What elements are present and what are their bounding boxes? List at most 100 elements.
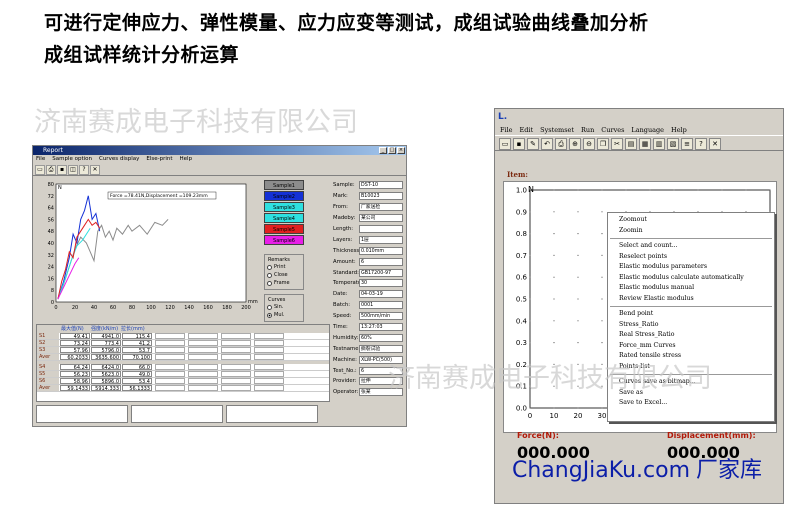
form-field[interactable]: 0.010mm: [359, 246, 403, 255]
force-label: Force(N):: [517, 431, 559, 440]
zoom-icon[interactable]: ⊕: [569, 138, 581, 150]
table-cell: 5796.0: [91, 347, 121, 354]
form-row: Madeby: 某公司: [333, 213, 403, 224]
context-menu-item[interactable]: Force_mm Curves: [608, 341, 774, 352]
menu-item[interactable]: Edit: [520, 125, 534, 135]
form-field[interactable]: 厂家送检: [359, 203, 403, 212]
minimize-button[interactable]: _: [379, 147, 387, 154]
grid-dot: [553, 407, 555, 409]
form-field[interactable]: 撕裂试验: [359, 344, 403, 353]
save-icon[interactable]: ▪: [57, 165, 67, 175]
table-cell: 53.4: [122, 378, 152, 385]
curves-option[interactable]: Mul.: [267, 311, 301, 319]
menu-item[interactable]: Language: [631, 125, 664, 135]
y-tick-label: 32: [48, 253, 54, 259]
status-box: [226, 405, 318, 423]
form-field[interactable]: 500mm/min: [359, 312, 403, 321]
context-menu-item[interactable]: Reselect points: [608, 252, 774, 263]
sample-button[interactable]: Sample5: [264, 224, 304, 234]
context-menu-item[interactable]: Save to Excel...: [608, 398, 774, 409]
form-label: Amount:: [333, 258, 356, 265]
open-icon[interactable]: ▭: [35, 165, 45, 175]
remarks-option[interactable]: Close: [267, 271, 301, 279]
form-field[interactable]: 0001: [359, 301, 403, 310]
empty-cell: [155, 378, 185, 384]
menu-item[interactable]: Curves display: [99, 155, 139, 164]
menu-item[interactable]: Else-print: [146, 155, 172, 164]
form-field[interactable]: 拉伸: [359, 377, 403, 386]
form-field[interactable]: 6: [359, 366, 403, 375]
cut-icon[interactable]: ✂: [611, 138, 623, 150]
menu-item[interactable]: Run: [581, 125, 594, 135]
close-icon[interactable]: ✕: [709, 138, 721, 150]
menu-item[interactable]: File: [500, 125, 513, 135]
context-menu-item[interactable]: Curves save as bitmap...: [608, 377, 774, 388]
undo-icon[interactable]: ↶: [541, 138, 553, 150]
preview-icon[interactable]: ◫: [68, 165, 78, 175]
close-button[interactable]: ×: [397, 147, 405, 154]
menu-item[interactable]: Help: [671, 125, 687, 135]
menu-item[interactable]: Systemset: [540, 125, 574, 135]
context-menu-item[interactable]: Zoomout: [608, 215, 774, 226]
form-field[interactable]: 30: [359, 279, 403, 288]
context-menu-item[interactable]: Elastic modulus calculate automatically: [608, 273, 774, 284]
context-menu-item[interactable]: Elastic modulus manual: [608, 283, 774, 294]
chart-icon[interactable]: ▦: [639, 138, 651, 150]
grid-icon[interactable]: ▥: [653, 138, 665, 150]
sample-button[interactable]: Sample6: [264, 235, 304, 245]
context-menu-item[interactable]: Review Elastic modulus: [608, 294, 774, 305]
menu-item[interactable]: File: [36, 155, 45, 164]
open-icon[interactable]: ▭: [499, 138, 511, 150]
help-icon[interactable]: ?: [695, 138, 707, 150]
context-menu-item[interactable]: Zoomin: [608, 226, 774, 237]
zoom-out-icon[interactable]: ⊖: [583, 138, 595, 150]
x-tick-label: 60: [110, 305, 116, 311]
sample-button[interactable]: Sample2: [264, 191, 304, 201]
form-field[interactable]: GB17200-97: [359, 268, 403, 277]
form-row: Mark: B10023: [333, 191, 403, 202]
paste-icon[interactable]: ▤: [625, 138, 637, 150]
list-icon[interactable]: ≡: [681, 138, 693, 150]
sample-button[interactable]: Sample4: [264, 213, 304, 223]
sample-button[interactable]: Sample1: [264, 180, 304, 190]
context-menu-item[interactable]: Rated tensile stress: [608, 351, 774, 362]
menu-item[interactable]: Sample option: [52, 155, 92, 164]
maximize-button[interactable]: □: [388, 147, 396, 154]
remarks-option[interactable]: Print: [267, 263, 301, 271]
form-field[interactable]: 6: [359, 257, 403, 266]
curves-option[interactable]: Sin.: [267, 303, 301, 311]
menu-item[interactable]: Curves: [601, 125, 624, 135]
grid-dot: [577, 276, 579, 278]
pen-icon[interactable]: ✎: [527, 138, 539, 150]
grid-dot: [601, 254, 603, 256]
print-icon[interactable]: ⎙: [46, 165, 56, 175]
context-menu-item[interactable]: Stress_Ratio: [608, 320, 774, 331]
sample-button[interactable]: Sample3: [264, 202, 304, 212]
help-icon[interactable]: ?: [79, 165, 89, 175]
context-menu-item[interactable]: Select and count...: [608, 241, 774, 252]
form-field[interactable]: 张某: [359, 388, 403, 397]
grid-dot: [577, 407, 579, 409]
close-icon[interactable]: ✕: [90, 165, 100, 175]
form-field[interactable]: 1层: [359, 235, 403, 244]
form-field[interactable]: [359, 225, 403, 233]
copy-icon[interactable]: ❐: [597, 138, 609, 150]
context-menu-item[interactable]: Save as: [608, 388, 774, 399]
print-icon[interactable]: ⎙: [555, 138, 567, 150]
context-menu-item[interactable]: Points list: [608, 362, 774, 373]
remarks-option[interactable]: Frame: [267, 279, 301, 287]
form-field[interactable]: B10023: [359, 192, 403, 201]
context-menu-item[interactable]: Elastic modulus parameters: [608, 262, 774, 273]
context-menu-item[interactable]: Bend point: [608, 309, 774, 320]
form-field[interactable]: 13:27:03: [359, 323, 403, 332]
form-field[interactable]: DST-10: [359, 181, 403, 190]
form-field[interactable]: 04-03-19: [359, 290, 403, 299]
save-icon[interactable]: ▪: [513, 138, 525, 150]
form-field[interactable]: 60%: [359, 333, 403, 342]
form-field[interactable]: 某公司: [359, 214, 403, 223]
form-field[interactable]: XLW-PC(500): [359, 355, 403, 364]
context-menu-item[interactable]: Real Stress_Ratio: [608, 330, 774, 341]
table-icon[interactable]: ▧: [667, 138, 679, 150]
table-row: Aver 59.1433 5914.333 56.1333: [37, 385, 329, 392]
menu-item[interactable]: Help: [180, 155, 193, 164]
